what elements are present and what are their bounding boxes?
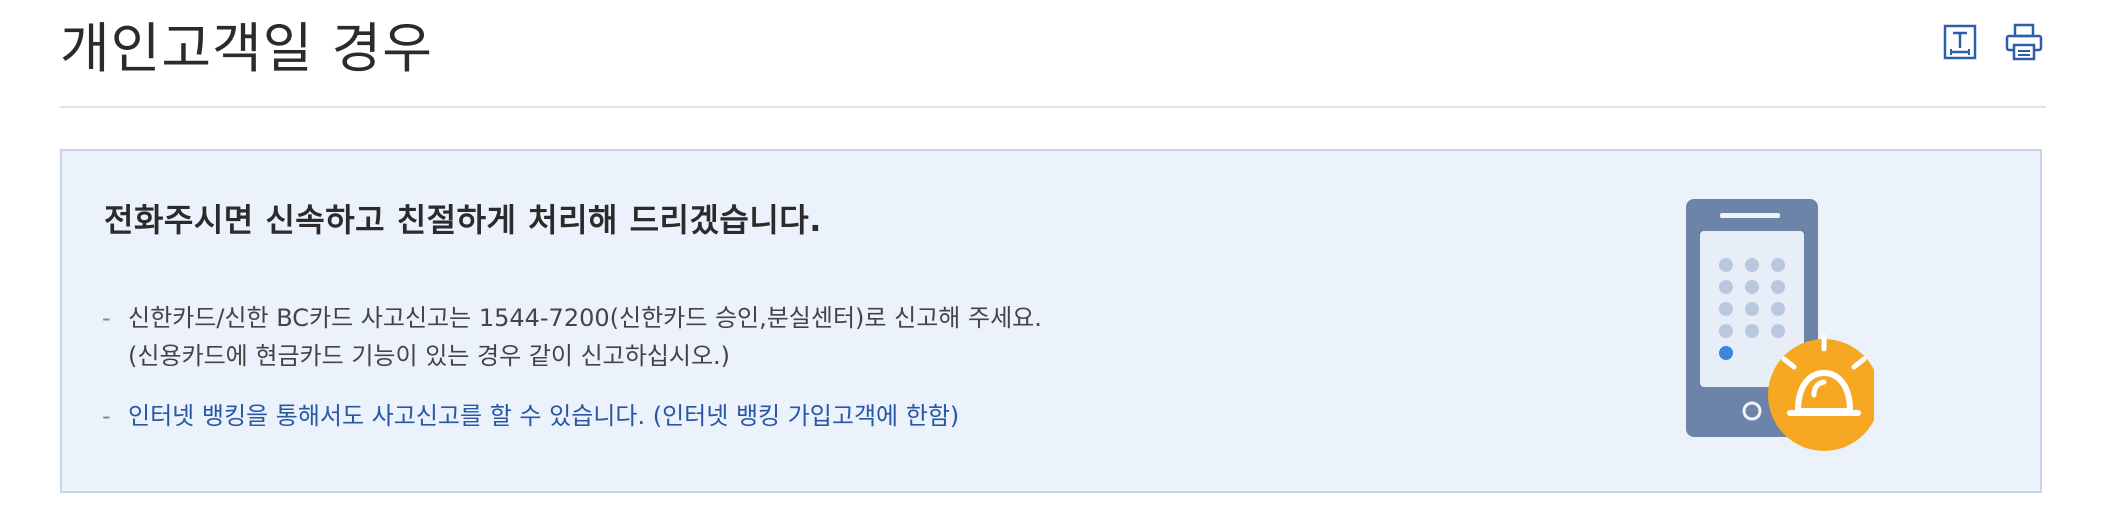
phone-alarm-illustration bbox=[1634, 199, 1880, 463]
list-item: - 신한카드/신한 BC카드 사고신고는 1544-7200(신한카드 승인,분… bbox=[102, 299, 1042, 375]
print-icon bbox=[2005, 23, 2043, 61]
title-divider bbox=[60, 106, 2046, 108]
text-size-icon bbox=[1943, 24, 1977, 60]
dash-bullet: - bbox=[102, 304, 111, 332]
notice-sub-line: (신용카드에 현금카드 기능이 있는 경우 같이 신고하십시오.) bbox=[128, 342, 731, 370]
page-title: 개인고객일 경우 bbox=[60, 17, 433, 80]
text-size-button[interactable] bbox=[1940, 22, 1980, 62]
notice-line: 신한카드/신한 BC카드 사고신고는 1544-7200(신한카드 승인,분실센… bbox=[128, 304, 1042, 332]
print-button[interactable] bbox=[2004, 22, 2044, 62]
internet-banking-link[interactable]: - 인터넷 뱅킹을 통해서도 사고신고를 할 수 있습니다. (인터넷 뱅킹 가… bbox=[102, 397, 1042, 435]
phone-alarm-icon bbox=[1686, 199, 1880, 451]
notice-list: - 신한카드/신한 BC카드 사고신고는 1544-7200(신한카드 승인,분… bbox=[102, 299, 1042, 457]
dash-bullet: - bbox=[102, 402, 111, 430]
info-heading: 전화주시면 신속하고 친절하게 처리해 드리겠습니다. bbox=[104, 201, 822, 239]
header-tools bbox=[1940, 22, 2044, 62]
notice-line: 인터넷 뱅킹을 통해서도 사고신고를 할 수 있습니다. (인터넷 뱅킹 가입고… bbox=[128, 402, 960, 430]
report-info-box: 전화주시면 신속하고 친절하게 처리해 드리겠습니다. - 신한카드/신한 BC… bbox=[60, 149, 2042, 493]
